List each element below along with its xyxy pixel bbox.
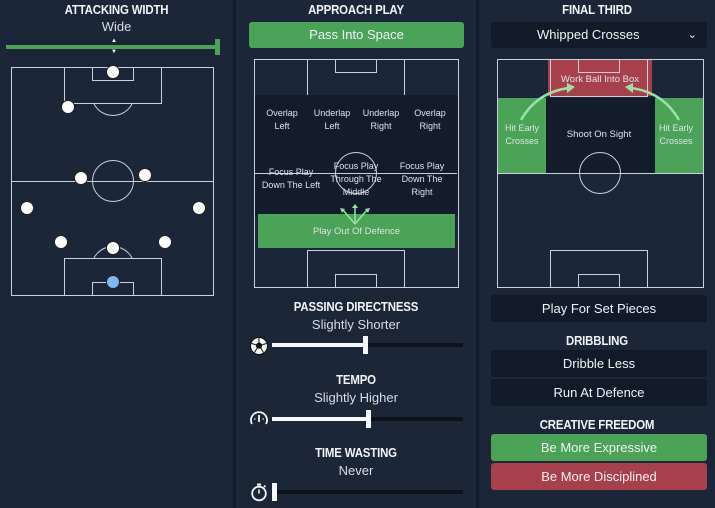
zone-overlap-right[interactable]: Overlap Right — [406, 104, 454, 136]
stopwatch-icon — [251, 483, 267, 502]
player-right-midfielder[interactable] — [138, 168, 152, 182]
attacking-width-panel: ATTACKING WIDTH Wide ▲ ▼ — [0, 0, 233, 508]
play-out-arrows-icon — [340, 204, 370, 225]
play-for-set-pieces-button[interactable]: Play For Set Pieces — [491, 295, 707, 322]
crossing-arrows-icon — [519, 83, 681, 121]
zone-underlap-left[interactable]: Underlap Left — [308, 104, 356, 136]
zone-underlap-right[interactable]: Underlap Right — [357, 104, 405, 136]
passing-directness-fill — [272, 343, 366, 347]
dribble-less-button[interactable]: Dribble Less — [491, 350, 707, 377]
attacking-width-thumb[interactable] — [215, 39, 220, 55]
player-right-wing-back[interactable] — [192, 201, 206, 215]
approach-top-six-yard-box — [335, 59, 377, 73]
time-wasting-title: TIME WASTING — [315, 445, 397, 460]
player-right-centre-back[interactable] — [158, 235, 172, 249]
center-circle — [92, 160, 134, 202]
passing-directness-value: Slightly Shorter — [311, 317, 401, 332]
zone-focus-middle[interactable]: Focus Play Through The Middle — [328, 157, 384, 201]
zone-focus-left[interactable]: Focus Play Down The Left — [258, 164, 324, 194]
passing-directness-slider[interactable] — [236, 334, 476, 356]
time-wasting-value: Never — [338, 463, 374, 478]
tempo-slider[interactable] — [236, 408, 476, 430]
passing-directness-title: PASSING DIRECTNESS — [293, 299, 419, 314]
player-goalkeeper[interactable] — [106, 275, 120, 289]
attacking-width-title: ATTACKING WIDTH — [64, 2, 169, 17]
final-third-panel: FINAL THIRD Whipped Crosses ⌄ Work Ball … — [479, 0, 715, 508]
time-wasting-thumb[interactable] — [272, 483, 277, 501]
tempo-thumb[interactable] — [366, 410, 371, 428]
approach-bottom-six-yard-box — [335, 274, 377, 288]
run-at-defence-button[interactable]: Run At Defence — [491, 379, 707, 406]
passing-directness-thumb[interactable] — [363, 336, 368, 354]
player-left-midfielder[interactable] — [74, 171, 88, 185]
final-third-title: FINAL THIRD — [562, 2, 632, 17]
player-left-forward[interactable] — [61, 100, 75, 114]
final-third-dropdown-value: Whipped Crosses — [537, 27, 640, 42]
chevron-down-icon: ⌄ — [687, 29, 697, 41]
dribbling-title: DRIBBLING — [566, 333, 628, 348]
pass-into-space-button[interactable]: Pass Into Space — [249, 22, 464, 48]
be-more-expressive-button[interactable]: Be More Expressive — [491, 434, 707, 461]
attacking-width-value: Wide — [101, 19, 132, 34]
player-left-centre-back[interactable] — [54, 235, 68, 249]
slider-marker-up-icon: ▲ — [111, 38, 117, 44]
player-left-wing-back[interactable] — [20, 201, 34, 215]
tempo-value: Slightly Higher — [314, 390, 398, 405]
zone-focus-right[interactable]: Focus Play Down The Right — [392, 157, 452, 201]
tempo-title: TEMPO — [336, 372, 376, 387]
approach-play-title: APPROACH PLAY — [308, 2, 404, 17]
slider-marker-down-icon: ▼ — [111, 49, 117, 55]
approach-play-panel: APPROACH PLAY Pass Into Space Overlap Le… — [236, 0, 476, 508]
speedometer-icon — [250, 411, 268, 425]
final-bottom-six-yard-box — [578, 274, 620, 288]
tempo-fill — [272, 417, 369, 421]
creative-freedom-title: CREATIVE FREEDOM — [539, 417, 655, 432]
zone-overlap-left[interactable]: Overlap Left — [258, 104, 306, 136]
formation-pitch — [11, 67, 214, 296]
final-third-dropdown[interactable]: Whipped Crosses ⌄ — [491, 22, 707, 48]
final-center-circle — [579, 152, 621, 194]
football-icon — [250, 337, 268, 355]
player-striker[interactable] — [106, 65, 120, 79]
be-more-disciplined-button[interactable]: Be More Disciplined — [491, 463, 707, 490]
time-wasting-slider[interactable] — [236, 481, 476, 503]
player-centre-back[interactable] — [106, 241, 120, 255]
time-wasting-track — [272, 490, 463, 494]
attacking-width-slider[interactable]: ▲ ▼ — [6, 38, 222, 58]
